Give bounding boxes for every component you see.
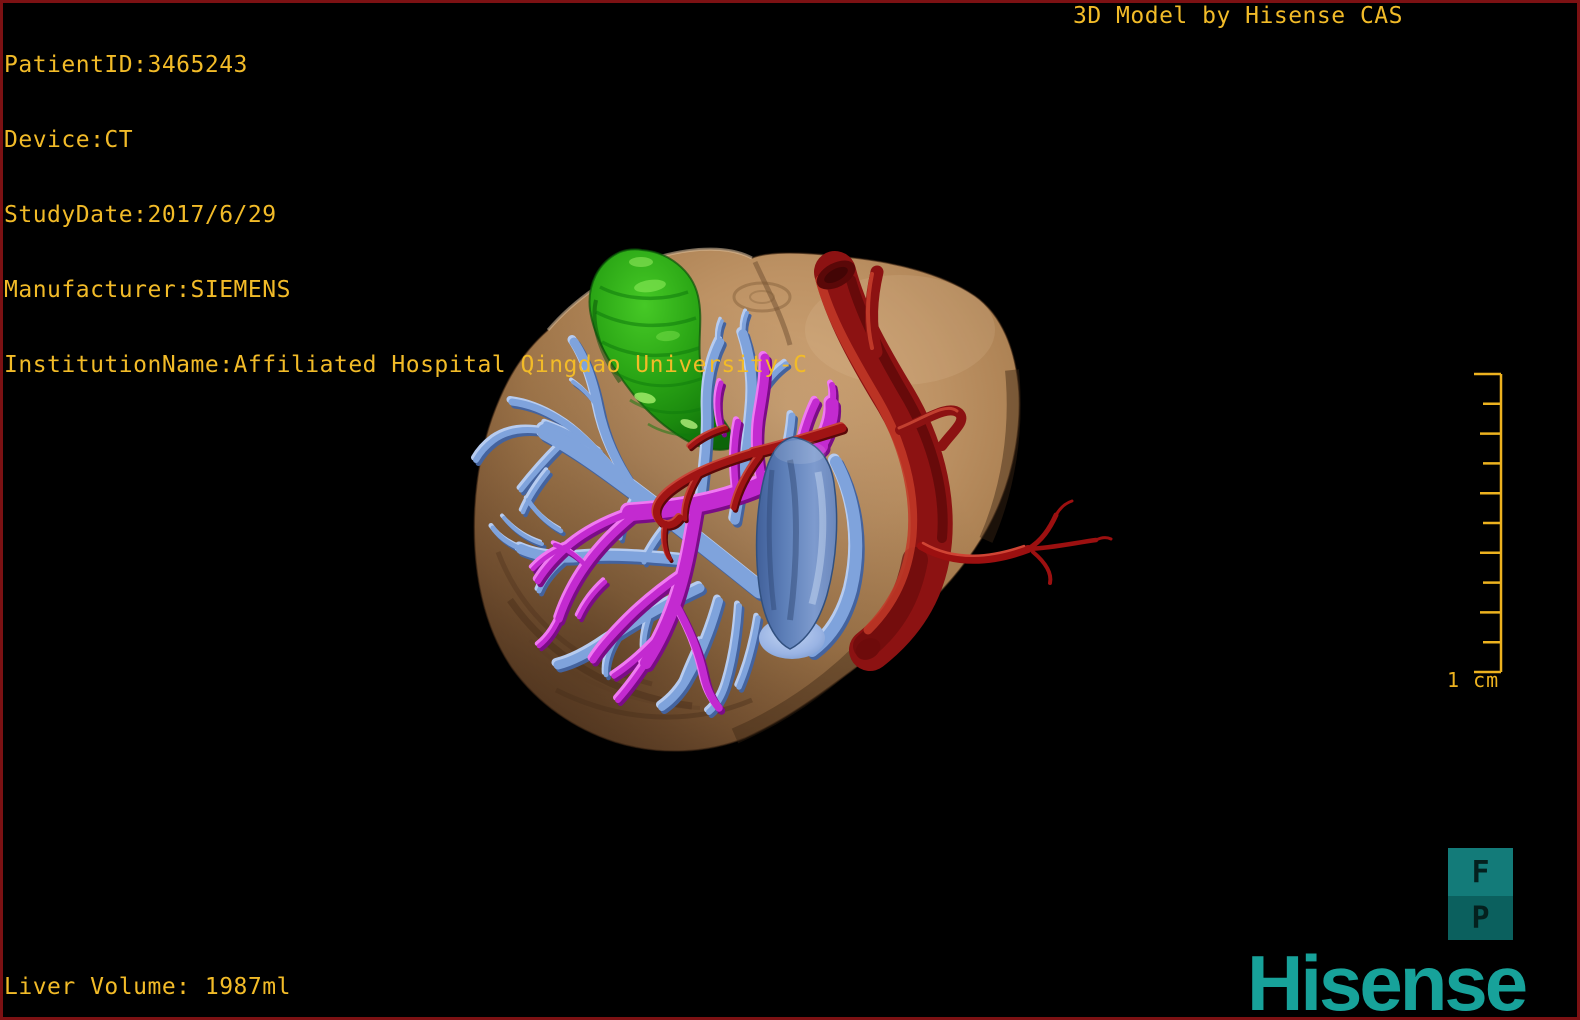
device-line: Device:CT [4, 127, 134, 153]
patient-info-block: PatientID:3465243 Device:CT StudyDate:20… [4, 3, 807, 428]
study-date-line: StudyDate:2017/6/29 [4, 202, 277, 228]
orientation-cube-front-face[interactable]: F [1448, 848, 1513, 896]
institution-line: InstitutionName:Affiliated Hospital Qing… [4, 352, 808, 378]
orientation-cube[interactable]: F P [1448, 848, 1513, 940]
manufacturer-line: Manufacturer:SIEMENS [4, 277, 291, 303]
liver-volume-label: Liver Volume: 1987ml [4, 974, 291, 1000]
hisense-logo: Hisense [1247, 939, 1528, 1020]
orientation-cube-bottom-face[interactable]: P [1448, 896, 1513, 940]
viewer-screen: PatientID:3465243 Device:CT StudyDate:20… [0, 0, 1580, 1020]
patient-id-line: PatientID:3465243 [4, 52, 248, 78]
scale-ruler [1474, 372, 1503, 674]
scale-ruler-label: 1 cm [1447, 668, 1500, 692]
watermark-title: 3D Model by Hisense CAS [1073, 3, 1403, 29]
